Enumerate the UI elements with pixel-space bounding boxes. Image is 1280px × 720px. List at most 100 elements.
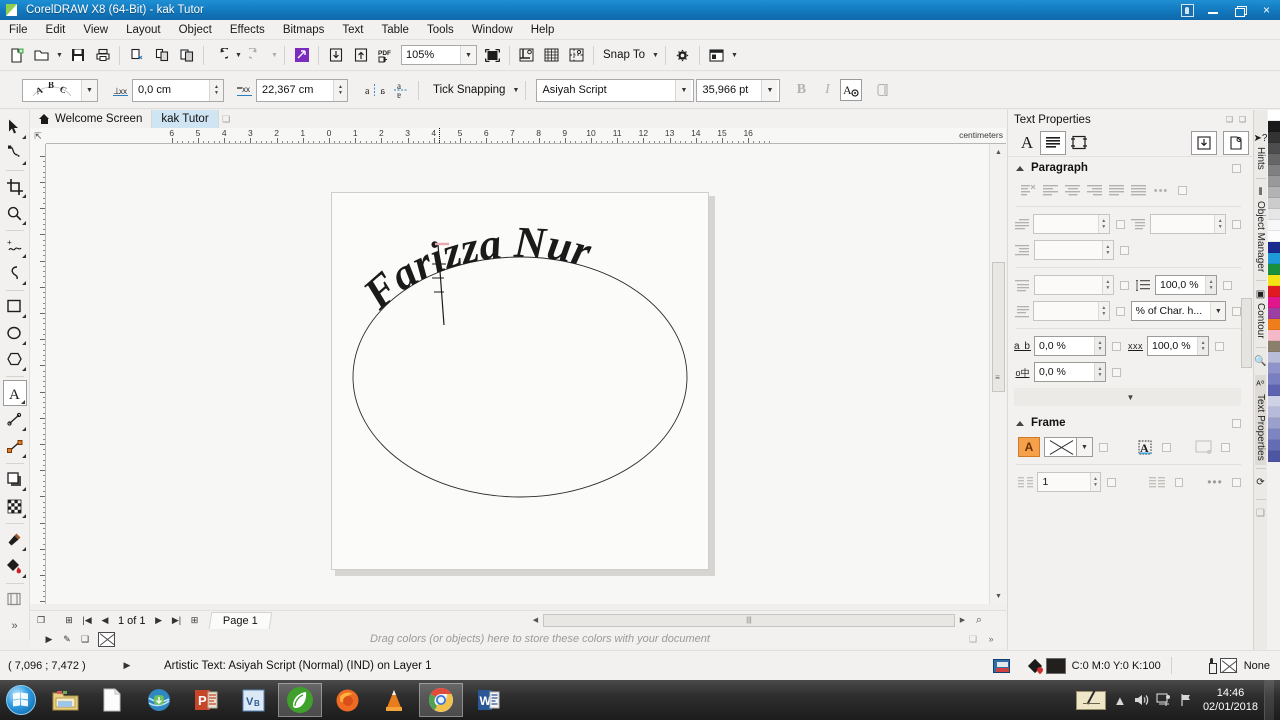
- show-rulers-button[interactable]: [514, 43, 539, 68]
- palette-edit-icon[interactable]: ✎: [58, 630, 76, 648]
- open-document-button[interactable]: [29, 43, 54, 68]
- tab-welcome-screen[interactable]: Welcome Screen: [30, 110, 153, 128]
- taskbar-visio[interactable]: VB: [231, 683, 275, 717]
- docker-scroll-thumb[interactable]: [1241, 298, 1252, 368]
- right-indent-input[interactable]: [1150, 218, 1215, 230]
- text-properties-button[interactable]: A: [840, 79, 863, 101]
- document-palette-bar[interactable]: ▶ ✎ ❑ Drag colors (or objects) here to s…: [30, 630, 1006, 648]
- fill-color-swatch[interactable]: [1045, 657, 1066, 674]
- previous-page-icon[interactable]: ◀: [96, 612, 114, 630]
- space-before-field[interactable]: ▲ ▼: [1034, 275, 1114, 295]
- distance-from-path-spinner[interactable]: ▲ ▼: [209, 79, 223, 101]
- word-spacing-checkbox[interactable]: [1215, 341, 1224, 351]
- dock-tab-text-properties[interactable]: ᴬ° Text Properties: [1255, 374, 1266, 466]
- text-tool[interactable]: A: [2, 380, 27, 406]
- docker-float-button[interactable]: ❑: [1223, 113, 1236, 126]
- font-family-input[interactable]: [537, 84, 676, 96]
- palette-swatch[interactable]: [1267, 363, 1280, 374]
- palette-pick-icon[interactable]: ▶: [40, 630, 58, 648]
- dock-tab-find[interactable]: 🔍: [1254, 351, 1266, 375]
- horizontal-offset-spinner[interactable]: ▲ ▼: [333, 79, 347, 101]
- menu-text[interactable]: Text: [333, 22, 372, 38]
- menu-bitmaps[interactable]: Bitmaps: [274, 22, 334, 38]
- character-spacing-field[interactable]: ▲▼: [1034, 336, 1106, 356]
- taskbar-powerpoint[interactable]: P: [184, 683, 228, 717]
- columns-field[interactable]: ▲▼: [1037, 472, 1102, 492]
- dock-tab-transform[interactable]: ⟳: [1256, 472, 1264, 496]
- dock-tab-object-manager[interactable]: ⫴ Object Manager: [1255, 182, 1266, 277]
- word-spacing-input[interactable]: [1148, 340, 1198, 352]
- space-before-input[interactable]: [1035, 279, 1102, 291]
- snap-to-label[interactable]: Snap To: [598, 49, 650, 61]
- open-document-dropdown[interactable]: ▼: [54, 43, 65, 68]
- frame-fill-dropdown[interactable]: ▼: [1077, 437, 1093, 457]
- palette-swatch[interactable]: [1267, 440, 1280, 451]
- right-indent-field[interactable]: ▲ ▼: [1149, 214, 1227, 234]
- crop-tool[interactable]: [3, 174, 27, 200]
- color-eyedropper-tool[interactable]: [3, 527, 27, 553]
- line-spacing-field[interactable]: ▲▼: [1155, 275, 1217, 295]
- left-indent-field[interactable]: ▲ ▼: [1034, 240, 1114, 260]
- palette-overflow-icon[interactable]: »: [982, 630, 1000, 648]
- freehand-tool[interactable]: +: [3, 234, 27, 260]
- palette-swatch[interactable]: [1267, 429, 1280, 440]
- undo-dropdown[interactable]: ▼: [233, 43, 244, 68]
- taskbar-coreldraw[interactable]: [278, 683, 322, 717]
- left-indent-checkbox[interactable]: [1120, 245, 1129, 255]
- show-guidelines-button[interactable]: [564, 43, 589, 68]
- character-mode-button[interactable]: A: [1014, 131, 1040, 155]
- paragraph-expand-button[interactable]: ▼: [1014, 388, 1247, 406]
- bold-button[interactable]: B: [788, 77, 814, 103]
- search-content-button[interactable]: [289, 43, 314, 68]
- dock-tab-contour[interactable]: ▣ Contour: [1255, 284, 1266, 344]
- more-frame-options-checkbox[interactable]: [1232, 477, 1241, 487]
- more-frame-options-button[interactable]: •••: [1207, 474, 1223, 491]
- palette-swatch[interactable]: [1267, 264, 1280, 275]
- dock-tab-object-properties[interactable]: ❑: [1256, 503, 1265, 527]
- palette-swatch[interactable]: [1267, 242, 1280, 253]
- network-icon[interactable]: [1153, 687, 1175, 713]
- palette-swatch[interactable]: [1267, 286, 1280, 297]
- palette-swatch[interactable]: [1267, 253, 1280, 264]
- import-text-styles-button[interactable]: [1191, 130, 1217, 155]
- character-spacing-input[interactable]: [1035, 340, 1094, 352]
- italic-button[interactable]: I: [814, 77, 840, 103]
- full-screen-preview-button[interactable]: [480, 43, 505, 68]
- ink-tablet-icon[interactable]: [1073, 687, 1109, 713]
- text-on-path-preset-icon[interactable]: ABC: [23, 82, 81, 99]
- rectangle-tool[interactable]: [3, 294, 27, 320]
- snap-to-dropdown[interactable]: ▼: [650, 43, 661, 68]
- scroll-right-button[interactable]: ▶: [955, 613, 970, 627]
- taskbar-file-explorer[interactable]: [43, 683, 87, 717]
- dock-tab-hints[interactable]: ➤? Hints: [1254, 128, 1268, 175]
- first-line-indent-input[interactable]: [1034, 218, 1098, 230]
- palette-swatch[interactable]: [1267, 110, 1280, 121]
- line-spacing-unit-select[interactable]: % of Char. h... ▼: [1130, 301, 1227, 321]
- line-spacing-spinner[interactable]: ▲ ▼: [1205, 276, 1216, 294]
- application-launcher-dropdown[interactable]: ▼: [729, 43, 740, 68]
- last-page-icon[interactable]: ▶|: [168, 612, 186, 630]
- action-center-icon[interactable]: [1175, 687, 1197, 713]
- docker-close-button[interactable]: ❑: [1236, 113, 1249, 126]
- menu-help[interactable]: Help: [522, 22, 564, 38]
- windows-start-orb[interactable]: [2, 683, 40, 717]
- zoom-tool[interactable]: [3, 200, 27, 226]
- ruler-origin-button[interactable]: ⇱: [30, 128, 46, 144]
- palette-swatch[interactable]: [1267, 330, 1280, 341]
- horizontal-offset-input[interactable]: [257, 84, 333, 96]
- menu-window[interactable]: Window: [463, 22, 522, 38]
- polygon-tool[interactable]: [3, 347, 27, 373]
- align-right-button[interactable]: [1084, 182, 1106, 199]
- palette-swatch[interactable]: [1267, 308, 1280, 319]
- copy-button[interactable]: [149, 43, 174, 68]
- align-center-button[interactable]: [1062, 182, 1084, 199]
- frame-section-header[interactable]: Frame: [1008, 412, 1253, 434]
- align-left-button[interactable]: [1040, 182, 1062, 199]
- space-before-checkbox[interactable]: [1120, 280, 1129, 290]
- horizontal-scroll-thumb[interactable]: |||: [543, 613, 955, 627]
- palette-swatch[interactable]: [1267, 165, 1280, 176]
- language-spacing-spinner[interactable]: ▲ ▼: [1094, 363, 1105, 381]
- columns-settings-checkbox[interactable]: [1174, 477, 1184, 487]
- font-family-dropdown[interactable]: ▼: [675, 79, 692, 101]
- palette-swatch[interactable]: [1267, 220, 1280, 231]
